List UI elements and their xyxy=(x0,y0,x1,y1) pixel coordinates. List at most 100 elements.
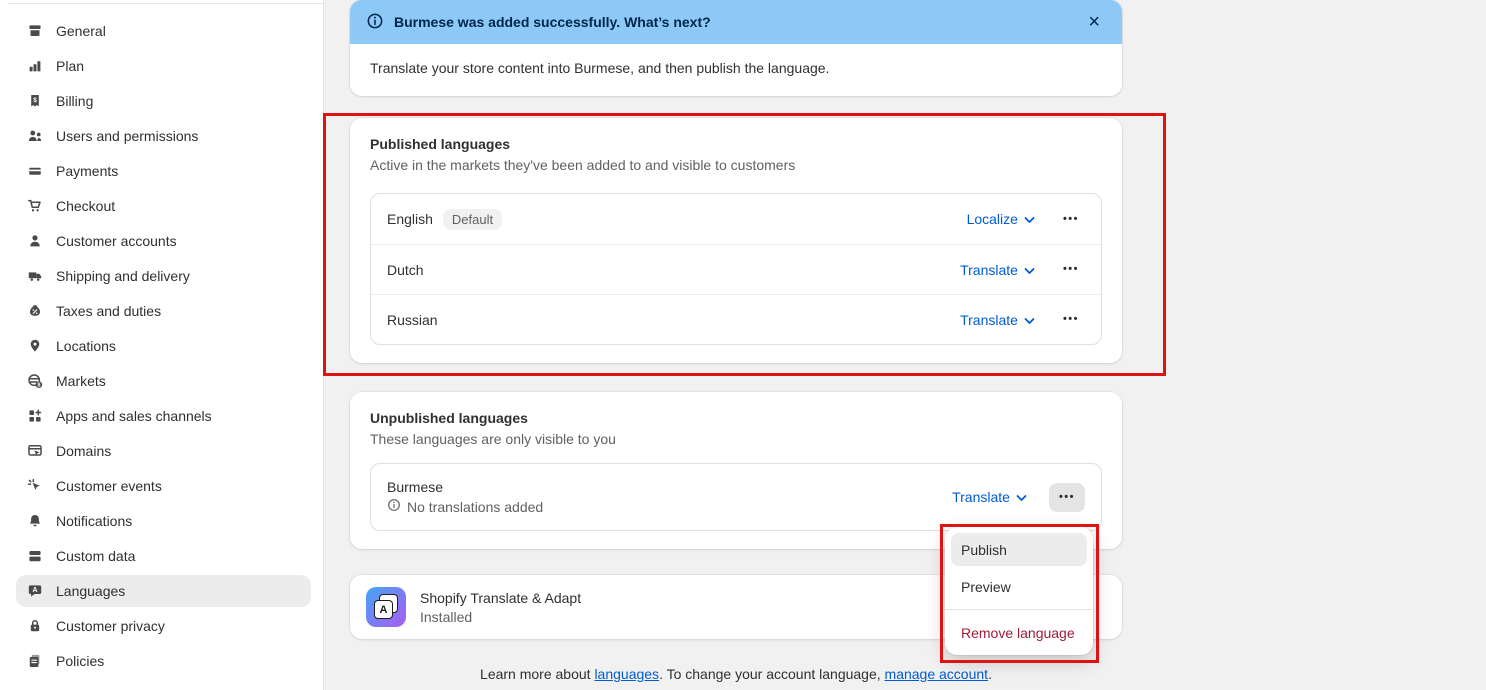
sidebar-item-label: Shipping and delivery xyxy=(56,268,190,284)
localize-dropdown-button[interactable]: Localize xyxy=(967,211,1035,227)
sidebar-item-label: Plan xyxy=(56,58,84,74)
policies-icon xyxy=(26,653,43,670)
sidebar-item-custom-data[interactable]: Custom data xyxy=(16,540,311,572)
sidebar-item-label: Notifications xyxy=(56,513,132,529)
languages-icon: A xyxy=(26,583,43,600)
payments-icon xyxy=(26,163,43,180)
sidebar-item-shipping-delivery[interactable]: Shipping and delivery xyxy=(16,260,311,292)
sidebar-item-label: Custom data xyxy=(56,548,135,564)
sidebar-item-taxes-duties[interactable]: Taxes and duties xyxy=(16,295,311,327)
info-icon xyxy=(387,498,401,515)
language-name: Dutch xyxy=(387,262,424,278)
app-status: Installed xyxy=(420,609,581,625)
cursor-click-icon xyxy=(26,478,43,495)
sidebar-item-policies[interactable]: Policies xyxy=(16,645,311,677)
sidebar-item-label: Customer accounts xyxy=(56,233,177,249)
translation-status: No translations added xyxy=(407,499,543,515)
sidebar-item-general[interactable]: General xyxy=(16,15,311,47)
plan-icon xyxy=(26,58,43,75)
translate-adapt-app-icon: A xyxy=(366,587,406,627)
unpublished-languages-subtitle: These languages are only visible to you xyxy=(370,431,1102,447)
chevron-down-icon xyxy=(1016,489,1027,505)
bell-icon xyxy=(26,513,43,530)
language-row-dutch: Dutch Translate ••• xyxy=(371,244,1101,294)
language-name: English xyxy=(387,211,433,227)
sidebar-item-notifications[interactable]: Notifications xyxy=(16,505,311,537)
sidebar-item-markets[interactable]: $ Markets xyxy=(16,365,311,397)
billing-icon: $ xyxy=(26,93,43,110)
info-banner-header: Burmese was added successfully. What’s n… xyxy=(350,0,1122,44)
languages-help-link[interactable]: languages xyxy=(594,666,659,682)
globe-icon: $ xyxy=(26,373,43,390)
sidebar-item-checkout[interactable]: Checkout xyxy=(16,190,311,222)
menu-divider xyxy=(945,609,1093,610)
store-icon xyxy=(26,23,43,40)
manage-account-link[interactable]: manage account xyxy=(885,666,989,682)
language-options-menu: Publish Preview Remove language xyxy=(945,527,1093,655)
sidebar-item-languages[interactable]: A Languages xyxy=(16,575,311,607)
translate-dropdown-button[interactable]: Translate xyxy=(960,262,1035,278)
sidebar-item-label: Customer privacy xyxy=(56,618,165,634)
svg-text:$: $ xyxy=(37,383,40,389)
language-row-english: English Default Localize ••• xyxy=(371,194,1101,244)
footer-help-text: Learn more about languages. To change yo… xyxy=(350,666,1122,682)
settings-sidebar: General Plan $ Billing Users and permiss… xyxy=(0,0,324,690)
sidebar-item-label: Users and permissions xyxy=(56,128,198,144)
custom-data-icon xyxy=(26,548,43,565)
apps-icon xyxy=(26,408,43,425)
sidebar-item-payments[interactable]: Payments xyxy=(16,155,311,187)
language-row-burmese: Burmese No translations added Translate … xyxy=(371,464,1101,530)
more-options-icon[interactable]: ••• xyxy=(1057,210,1085,229)
sidebar-item-label: Markets xyxy=(56,373,106,389)
sidebar-item-label: Domains xyxy=(56,443,111,459)
sidebar-item-label: Apps and sales channels xyxy=(56,408,212,424)
sidebar-item-users-permissions[interactable]: Users and permissions xyxy=(16,120,311,152)
close-icon[interactable]: × xyxy=(1082,10,1106,34)
sidebar-item-customer-events[interactable]: Customer events xyxy=(16,470,311,502)
sidebar-item-billing[interactable]: $ Billing xyxy=(16,85,311,117)
sidebar-item-plan[interactable]: Plan xyxy=(16,50,311,82)
person-icon xyxy=(26,233,43,250)
unpublished-languages-title: Unpublished languages xyxy=(370,410,1102,426)
published-languages-title: Published languages xyxy=(370,136,1102,152)
more-options-icon[interactable]: ••• xyxy=(1057,310,1085,329)
default-badge: Default xyxy=(443,209,502,230)
users-icon xyxy=(26,128,43,145)
translate-dropdown-button[interactable]: Translate xyxy=(952,489,1027,505)
sidebar-item-label: General xyxy=(56,23,106,39)
sidebar-item-label: Locations xyxy=(56,338,116,354)
language-name: Russian xyxy=(387,312,438,328)
sidebar-item-label: Languages xyxy=(56,583,125,599)
sidebar-item-customer-accounts[interactable]: Customer accounts xyxy=(16,225,311,257)
more-options-icon[interactable]: ••• xyxy=(1049,483,1085,512)
published-languages-list: English Default Localize ••• Dutch xyxy=(370,193,1102,345)
menu-item-publish[interactable]: Publish xyxy=(951,533,1087,566)
banner-body: Translate your store content into Burmes… xyxy=(350,44,1122,96)
sidebar-item-customer-privacy[interactable]: Customer privacy xyxy=(16,610,311,642)
sidebar-item-label: Policies xyxy=(56,653,104,669)
chevron-down-icon xyxy=(1024,211,1035,227)
svg-text:A: A xyxy=(32,587,37,594)
svg-text:$: $ xyxy=(33,97,37,104)
domains-icon xyxy=(26,443,43,460)
published-languages-subtitle: Active in the markets they've been added… xyxy=(370,157,1102,173)
sidebar-item-label: Taxes and duties xyxy=(56,303,161,319)
tax-icon xyxy=(26,303,43,320)
info-icon xyxy=(366,12,384,33)
sidebar-item-domains[interactable]: Domains xyxy=(16,435,311,467)
sidebar-item-label: Checkout xyxy=(56,198,115,214)
sidebar-item-apps-sales-channels[interactable]: Apps and sales channels xyxy=(16,400,311,432)
translate-dropdown-button[interactable]: Translate xyxy=(960,312,1035,328)
published-languages-card: Published languages Active in the market… xyxy=(350,118,1122,363)
more-options-icon[interactable]: ••• xyxy=(1057,260,1085,279)
sidebar-item-locations[interactable]: Locations xyxy=(16,330,311,362)
banner-title: Burmese was added successfully. What’s n… xyxy=(394,14,1072,30)
menu-item-remove-language[interactable]: Remove language xyxy=(951,616,1087,649)
app-title: Shopify Translate & Adapt xyxy=(420,590,581,606)
menu-item-preview[interactable]: Preview xyxy=(951,570,1087,603)
cart-icon xyxy=(26,198,43,215)
lock-icon xyxy=(26,618,43,635)
language-row-russian: Russian Translate ••• xyxy=(371,294,1101,344)
sidebar-item-label: Customer events xyxy=(56,478,162,494)
info-banner: Burmese was added successfully. What’s n… xyxy=(350,0,1122,96)
